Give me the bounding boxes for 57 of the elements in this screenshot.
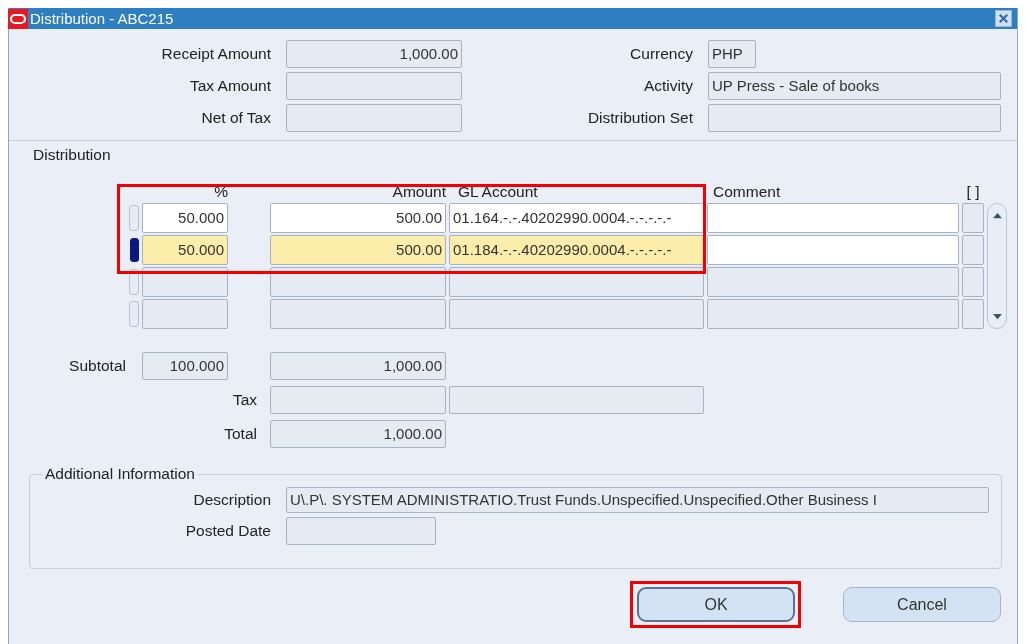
comment-field[interactable] <box>707 235 959 265</box>
input-field[interactable] <box>286 517 436 545</box>
tax-amount-field[interactable] <box>270 386 446 414</box>
field-label: Description <box>192 491 271 509</box>
app-logo-icon <box>8 8 28 29</box>
row-indicator[interactable] <box>130 238 139 262</box>
comment-field[interactable] <box>707 299 959 329</box>
gl-account-field[interactable] <box>449 299 704 329</box>
flexfield-field[interactable] <box>962 203 984 233</box>
column-header: Comment <box>712 183 782 201</box>
amount-field[interactable]: 500.00 <box>270 235 446 265</box>
subtotal-amount-field[interactable]: 1,000.00 <box>270 352 446 380</box>
flexfield-field[interactable] <box>962 235 984 265</box>
input-field[interactable] <box>286 72 462 100</box>
amount-field[interactable]: 500.00 <box>270 203 446 233</box>
scroll-down-icon[interactable] <box>991 313 1003 320</box>
gl-account-field[interactable]: 01.164.-.-.40202990.0004.-.-.-.-.- <box>449 203 704 233</box>
field-label: Net of Tax <box>200 109 271 127</box>
tax-code-field[interactable] <box>449 386 704 414</box>
field-label: Posted Date <box>184 522 271 540</box>
input-field[interactable]: PHP <box>708 40 756 68</box>
scroll-up-icon[interactable] <box>991 212 1003 219</box>
vertical-scrollbar[interactable] <box>987 203 1007 329</box>
field-label: Subtotal <box>68 357 126 375</box>
field-label: Receipt Amount <box>160 45 271 63</box>
total-amount-field[interactable]: 1,000.00 <box>270 420 446 448</box>
ok-button[interactable]: OK <box>637 587 795 622</box>
input-field[interactable]: 1,000.00 <box>286 40 462 68</box>
field-label: Activity <box>642 77 693 95</box>
field-label: Total <box>223 425 258 443</box>
flexfield-field[interactable] <box>962 299 984 329</box>
close-icon[interactable] <box>995 10 1012 27</box>
input-field[interactable]: U\.P\. SYSTEM ADMINISTRATIO.Trust Funds.Unspecified.Unspecified.Other Business I <box>286 487 989 513</box>
percent-field[interactable]: 50.000 <box>142 203 228 233</box>
percent-field[interactable] <box>142 299 228 329</box>
field-label: Tax <box>231 391 258 409</box>
comment-field[interactable] <box>707 203 959 233</box>
column-header: [ ] <box>965 183 981 201</box>
input-field[interactable] <box>708 104 1001 132</box>
cancel-button[interactable]: Cancel <box>843 587 1001 622</box>
column-header: GL Account <box>457 183 539 201</box>
gl-account-field[interactable]: 01.184.-.-.40202990.0004.-.-.-.-.- <box>449 235 704 265</box>
column-header: % <box>213 183 228 201</box>
comment-field[interactable] <box>707 267 959 297</box>
input-field[interactable]: UP Press - Sale of books <box>708 72 1001 100</box>
flexfield-field[interactable] <box>962 267 984 297</box>
window-title: Distribution - ABC215 <box>30 10 175 27</box>
percent-field[interactable]: 50.000 <box>142 235 228 265</box>
field-label: Currency <box>629 45 693 63</box>
section-heading: Distribution <box>33 146 112 164</box>
amount-field[interactable] <box>270 299 446 329</box>
column-header: Amount <box>391 183 446 201</box>
field-label: Tax Amount <box>189 77 271 95</box>
field-label: Distribution Set <box>586 109 693 127</box>
group-heading: Additional Information <box>44 465 196 483</box>
input-field[interactable] <box>286 104 462 132</box>
subtotal-percent-field[interactable]: 100.000 <box>142 352 228 380</box>
